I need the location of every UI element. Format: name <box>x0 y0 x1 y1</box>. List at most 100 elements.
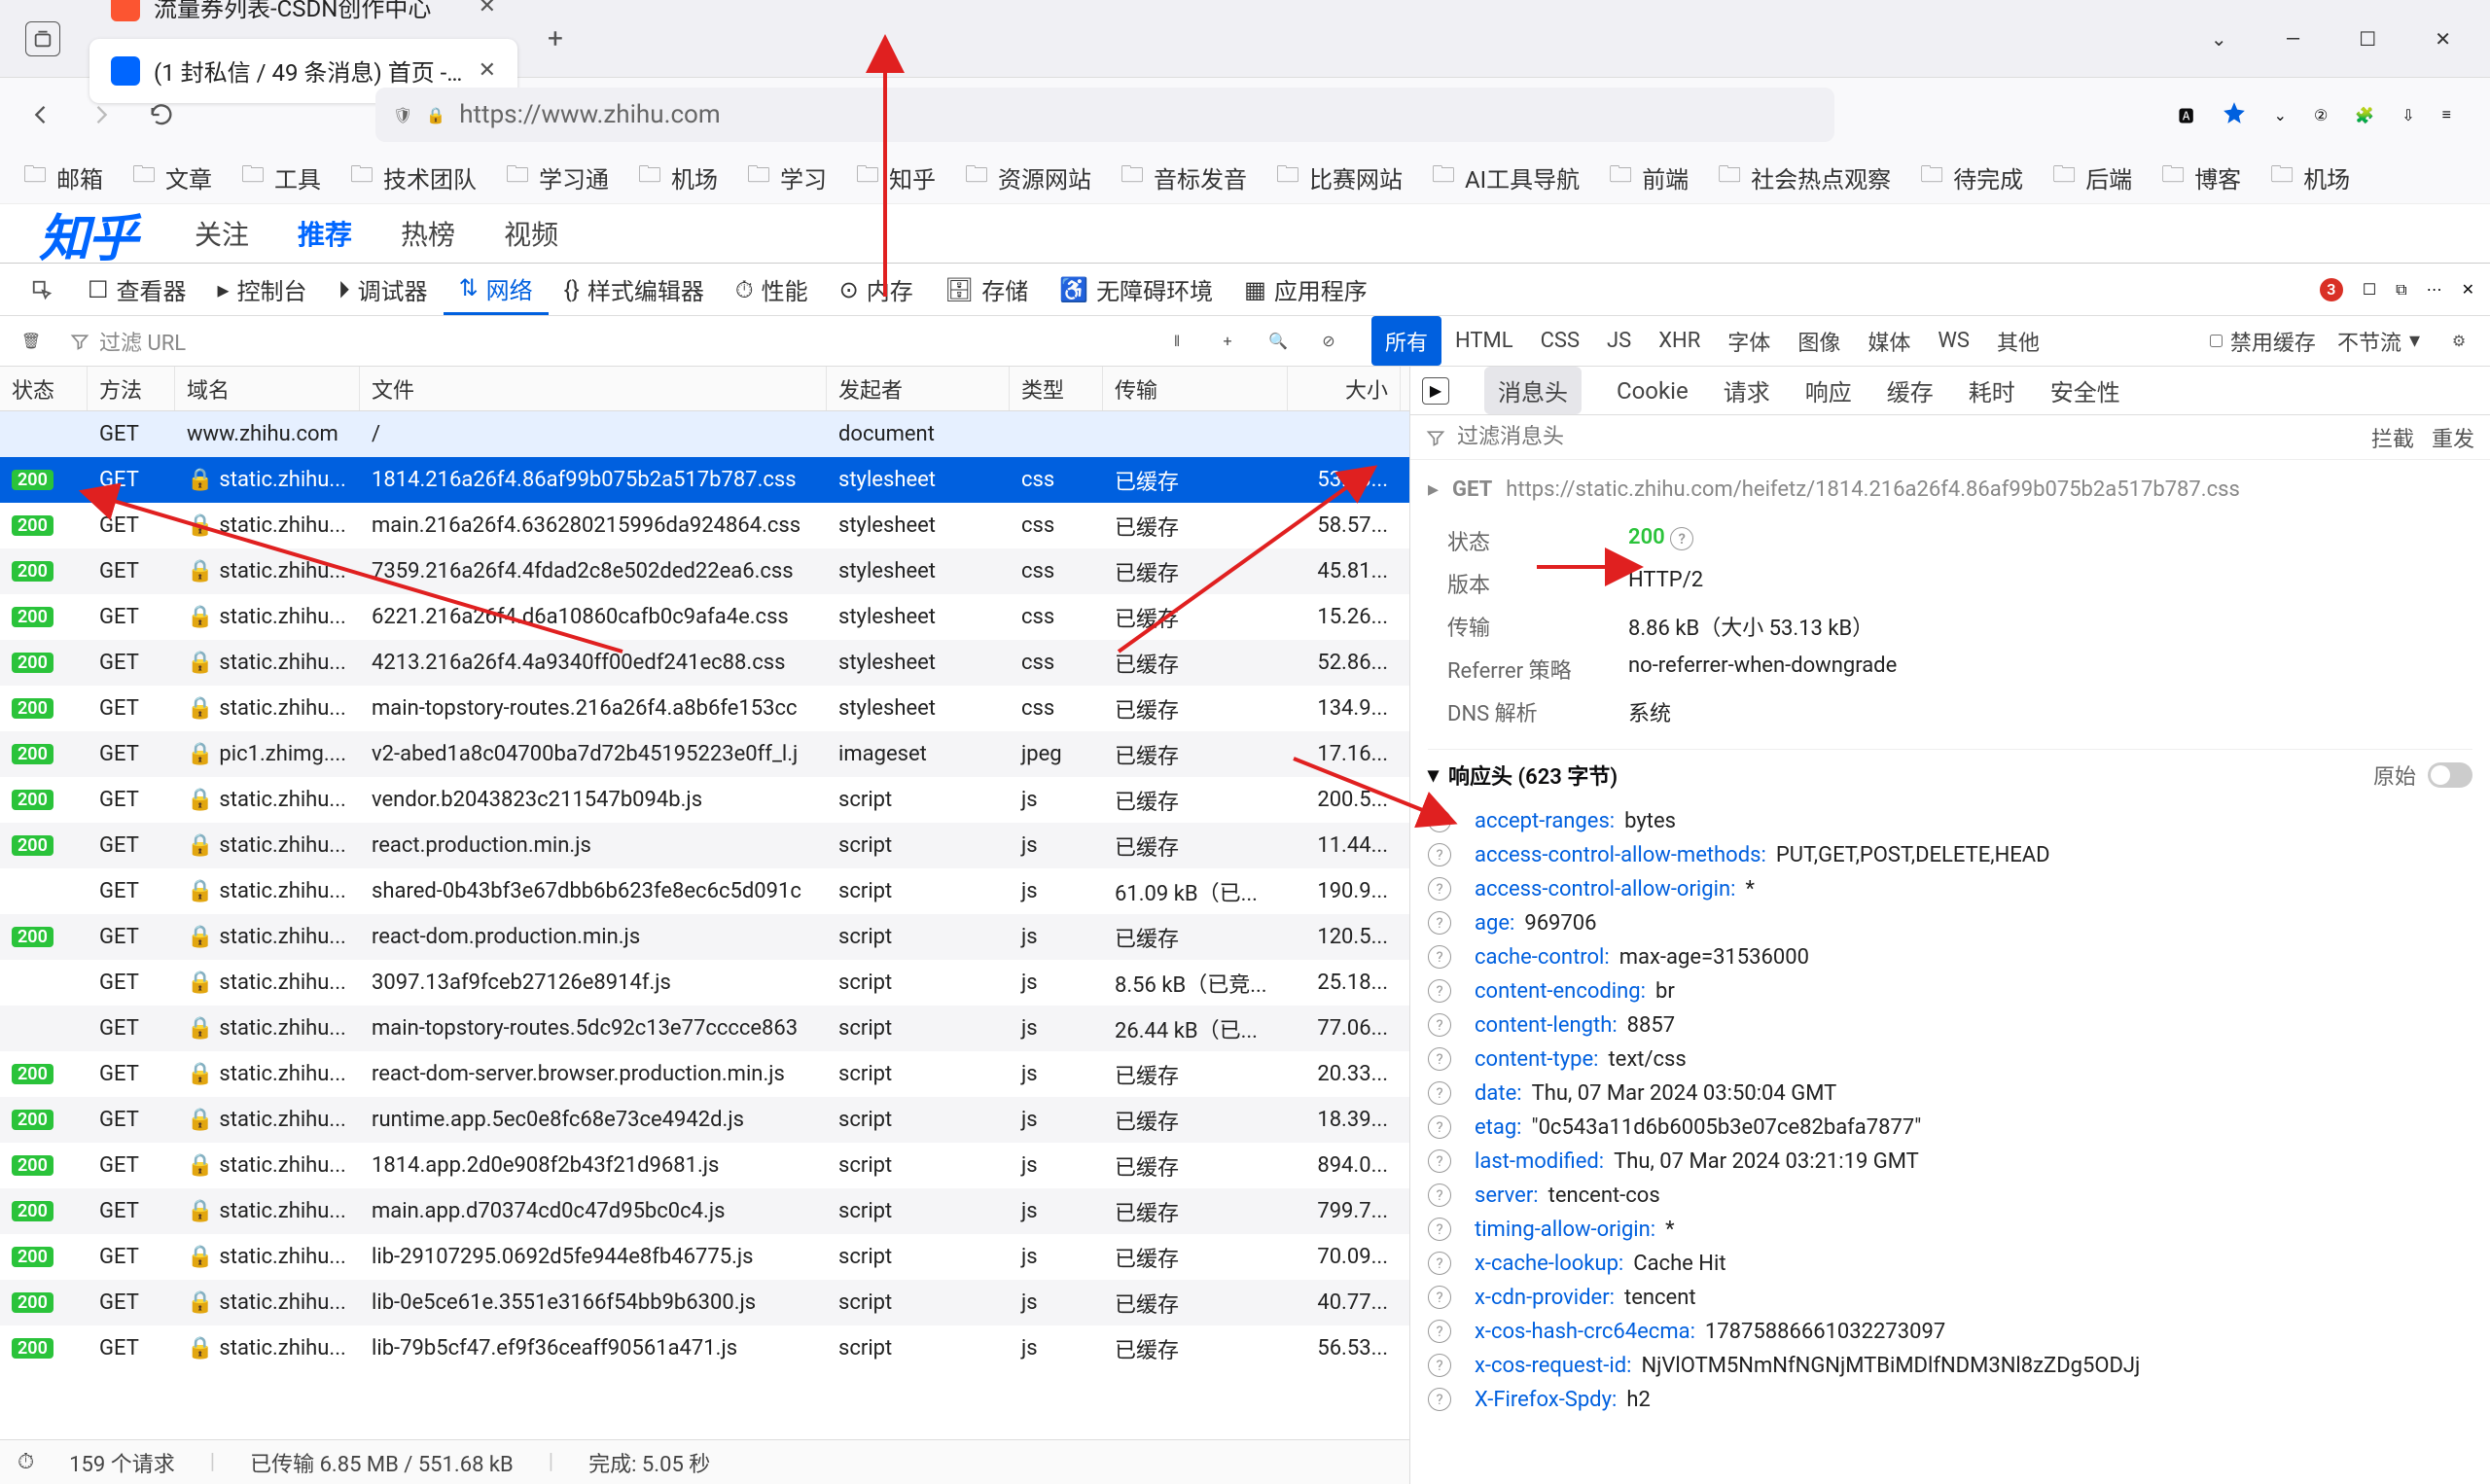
help-icon[interactable]: ? <box>1428 1354 1451 1377</box>
zhihu-nav-link[interactable]: 热榜 <box>401 219 455 251</box>
devtools-tab[interactable]: {}样式编辑器 <box>549 264 720 315</box>
help-icon[interactable]: ? <box>1428 1013 1451 1037</box>
detail-tab[interactable]: 消息头 <box>1484 367 1582 414</box>
bookmark-item[interactable]: 🗀学习 <box>747 158 827 197</box>
zhihu-logo[interactable]: 知乎 <box>39 197 136 270</box>
column-header[interactable]: 方法 <box>88 367 175 410</box>
column-header[interactable]: 大小 <box>1288 367 1401 410</box>
help-icon[interactable]: ? <box>1428 843 1451 866</box>
request-row[interactable]: 200GET🔒static.zhihu...main.app.d70374cd0… <box>0 1188 1409 1234</box>
bookmark-item[interactable]: 🗀知乎 <box>856 158 936 197</box>
add-icon[interactable]: + <box>1210 324 1245 359</box>
request-row[interactable]: 200GET🔒static.zhihu...main.216a26f4.6362… <box>0 503 1409 548</box>
type-filter[interactable]: JS <box>1593 316 1645 366</box>
help-icon[interactable]: ? <box>1428 979 1451 1003</box>
bookmark-item[interactable]: 🗀文章 <box>132 158 212 197</box>
request-summary-line[interactable]: ▸ GET https://static.zhihu.com/heifetz/1… <box>1428 472 2472 508</box>
request-row[interactable]: 200GET🔒static.zhihu...runtime.app.5ec0e8… <box>0 1097 1409 1143</box>
devtools-tab[interactable]: ♿无障碍环境 <box>1044 264 1228 315</box>
request-row[interactable]: 200GET🔒static.zhihu...main-topstory-rout… <box>0 686 1409 731</box>
request-row[interactable]: 200GET🔒static.zhihu...6221.216a26f4.d6a1… <box>0 594 1409 640</box>
detail-tab[interactable]: 缓存 <box>1887 367 1934 414</box>
type-filter[interactable]: XHR <box>1645 316 1714 366</box>
minimize-button[interactable]: — <box>2286 27 2301 51</box>
help-icon[interactable]: ? <box>1428 1081 1451 1105</box>
resend-btn[interactable]: 重发 <box>2432 422 2474 453</box>
type-filter[interactable]: CSS <box>1527 316 1593 366</box>
devtools-tab[interactable]: ⊙内存 <box>824 264 929 315</box>
bookmark-item[interactable]: 🗀待完成 <box>1920 158 2023 197</box>
column-header[interactable]: 发起者 <box>827 367 1010 410</box>
browser-tab[interactable]: 流量券列表-CSDN创作中心✕ <box>89 0 517 39</box>
type-filter[interactable]: 所有 <box>1371 316 1441 366</box>
request-row[interactable]: 200GET🔒static.zhihu...7359.216a26f4.4fda… <box>0 548 1409 594</box>
devtools-tab[interactable]: 🗄存储 <box>929 264 1044 315</box>
help-icon[interactable]: ? <box>1428 911 1451 935</box>
headers-filter-input[interactable] <box>1457 425 2360 449</box>
url-box[interactable]: 🛡 🔒 https://www.zhihu.com <box>375 88 1834 142</box>
request-row[interactable]: 200GET🔒static.zhihu...lib-0e5ce61e.3551e… <box>0 1280 1409 1325</box>
request-row[interactable]: 200GET🔒static.zhihu...vendor.b2043823c21… <box>0 777 1409 823</box>
chevron-down-icon[interactable]: ⌄ <box>2211 27 2227 51</box>
help-icon[interactable]: ? <box>1428 1149 1451 1173</box>
bookmark-item[interactable]: 🗀音标发音 <box>1120 158 1247 197</box>
filter-url-input[interactable]: 过滤 URL <box>64 326 1144 357</box>
throttle-select[interactable]: 不节流 ▾ <box>2337 326 2420 357</box>
detail-tab[interactable]: 请求 <box>1724 367 1770 414</box>
bookmark-star-icon[interactable] <box>2222 100 2247 129</box>
bookmark-item[interactable]: 🗀机场 <box>638 158 718 197</box>
detail-tab[interactable]: Cookie <box>1617 367 1689 414</box>
help-icon[interactable]: ? <box>1428 1320 1451 1343</box>
bookmark-item[interactable]: 🗀技术团队 <box>350 158 477 197</box>
request-row[interactable]: 200GET🔒static.zhihu...lib-29107295.0692d… <box>0 1234 1409 1280</box>
column-header[interactable]: 文件 <box>360 367 827 410</box>
request-row[interactable]: GETwww.zhihu.com/document <box>0 411 1409 457</box>
detail-tab[interactable]: 耗时 <box>1969 367 2015 414</box>
extensions-icon[interactable]: 🧩 <box>2355 106 2374 124</box>
inspect-picker[interactable] <box>16 264 68 315</box>
request-row[interactable]: 200GET🔒static.zhihu...lib-79b5cf47.ef9f3… <box>0 1325 1409 1371</box>
devtools-more-icon[interactable]: ⋯ <box>2427 280 2442 299</box>
type-filter[interactable]: WS <box>1924 316 1983 366</box>
bookmark-item[interactable]: 🗀社会热点观察 <box>1718 158 1891 197</box>
maximize-button[interactable]: ☐ <box>2359 27 2376 51</box>
block-icon[interactable]: ⊘ <box>1311 324 1346 359</box>
bookmark-item[interactable]: 🗀AI工具导航 <box>1432 158 1580 197</box>
zhihu-nav-link[interactable]: 关注 <box>195 219 249 251</box>
request-row[interactable]: GET🔒static.zhihu...main-topstory-routes.… <box>0 1006 1409 1051</box>
type-filter[interactable]: 媒体 <box>1854 316 1924 366</box>
menu-icon[interactable]: ≡ <box>2442 105 2451 124</box>
column-header[interactable]: 域名 <box>175 367 360 410</box>
tab-close-icon[interactable]: ✕ <box>479 0 496 18</box>
type-filter[interactable]: 其他 <box>1983 316 2053 366</box>
help-icon[interactable]: ? <box>1428 1184 1451 1207</box>
pocket-icon[interactable]: ⌄ <box>2274 106 2287 124</box>
dock-icon[interactable]: ☐ <box>2363 280 2376 299</box>
request-row[interactable]: GET🔒static.zhihu...3097.13af9fceb27126e8… <box>0 960 1409 1006</box>
devtools-tab[interactable]: ⏵调试器 <box>323 264 444 315</box>
new-tab-button[interactable]: + <box>533 17 578 61</box>
column-header[interactable]: 状态 <box>0 367 88 410</box>
devtools-tab[interactable]: ☐查看器 <box>72 264 202 315</box>
help-icon[interactable]: ? <box>1428 945 1451 969</box>
error-indicator[interactable]: 3 <box>2320 278 2343 301</box>
request-row[interactable]: 200GET🔒static.zhihu...1814.216a26f4.86af… <box>0 457 1409 503</box>
help-icon[interactable]: ? <box>1428 1047 1451 1071</box>
tab-close-icon[interactable]: ✕ <box>479 58 496 83</box>
column-header[interactable]: 类型 <box>1010 367 1103 410</box>
help-icon[interactable]: ? <box>1428 1252 1451 1275</box>
zhihu-nav-link[interactable]: 推荐 <box>298 219 352 251</box>
bookmark-item[interactable]: 🗀邮箱 <box>23 158 103 197</box>
bookmark-item[interactable]: 🗀比赛网站 <box>1276 158 1403 197</box>
play-icon[interactable]: ▶ <box>1422 377 1449 405</box>
request-row[interactable]: 200GET🔒static.zhihu...4213.216a26f4.4a93… <box>0 640 1409 686</box>
request-row[interactable]: GET🔒static.zhihu...shared-0b43bf3e67dbb6… <box>0 868 1409 914</box>
bookmark-item[interactable]: 🗀博客 <box>2161 158 2241 197</box>
type-filter[interactable]: 字体 <box>1714 316 1784 366</box>
help-icon[interactable]: ? <box>1428 1388 1451 1411</box>
disable-cache-checkbox[interactable]: 禁用缓存 <box>2210 326 2316 357</box>
account-icon[interactable]: ② <box>2314 106 2328 124</box>
request-row[interactable]: 200GET🔒static.zhihu...react.production.m… <box>0 823 1409 868</box>
devtools-tab[interactable]: ⏱性能 <box>720 264 824 315</box>
devtools-tab[interactable]: ▸控制台 <box>202 264 323 315</box>
